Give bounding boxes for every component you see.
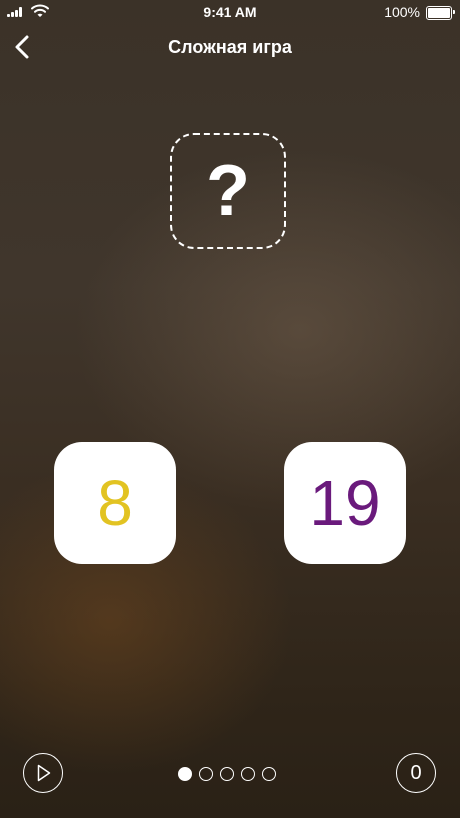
- number-tile-right[interactable]: 19: [284, 442, 406, 564]
- page-indicator: [178, 767, 276, 781]
- page-dot[interactable]: [262, 767, 276, 781]
- answer-drop-zone[interactable]: ?: [170, 133, 286, 249]
- page-dot[interactable]: [178, 767, 192, 781]
- page-dot[interactable]: [241, 767, 255, 781]
- nav-bar: Сложная игра: [0, 24, 460, 70]
- page-dot[interactable]: [199, 767, 213, 781]
- score-button[interactable]: 0: [396, 753, 436, 793]
- battery-icon: [426, 6, 455, 20]
- question-mark: ?: [206, 151, 250, 231]
- page-title: Сложная игра: [168, 37, 292, 57]
- game-screen: 9:41 AM 100% Сложная игра ? 8 19 0: [0, 0, 460, 818]
- status-bar: 9:41 AM 100%: [0, 0, 460, 24]
- play-button[interactable]: [23, 753, 63, 793]
- score-value: 0: [410, 761, 422, 784]
- play-icon: [37, 764, 51, 782]
- tile-number: 19: [309, 467, 381, 539]
- tile-number: 8: [97, 467, 133, 539]
- page-dot[interactable]: [220, 767, 234, 781]
- number-tile-left[interactable]: 8: [54, 442, 176, 564]
- battery-percent: 100%: [384, 4, 420, 20]
